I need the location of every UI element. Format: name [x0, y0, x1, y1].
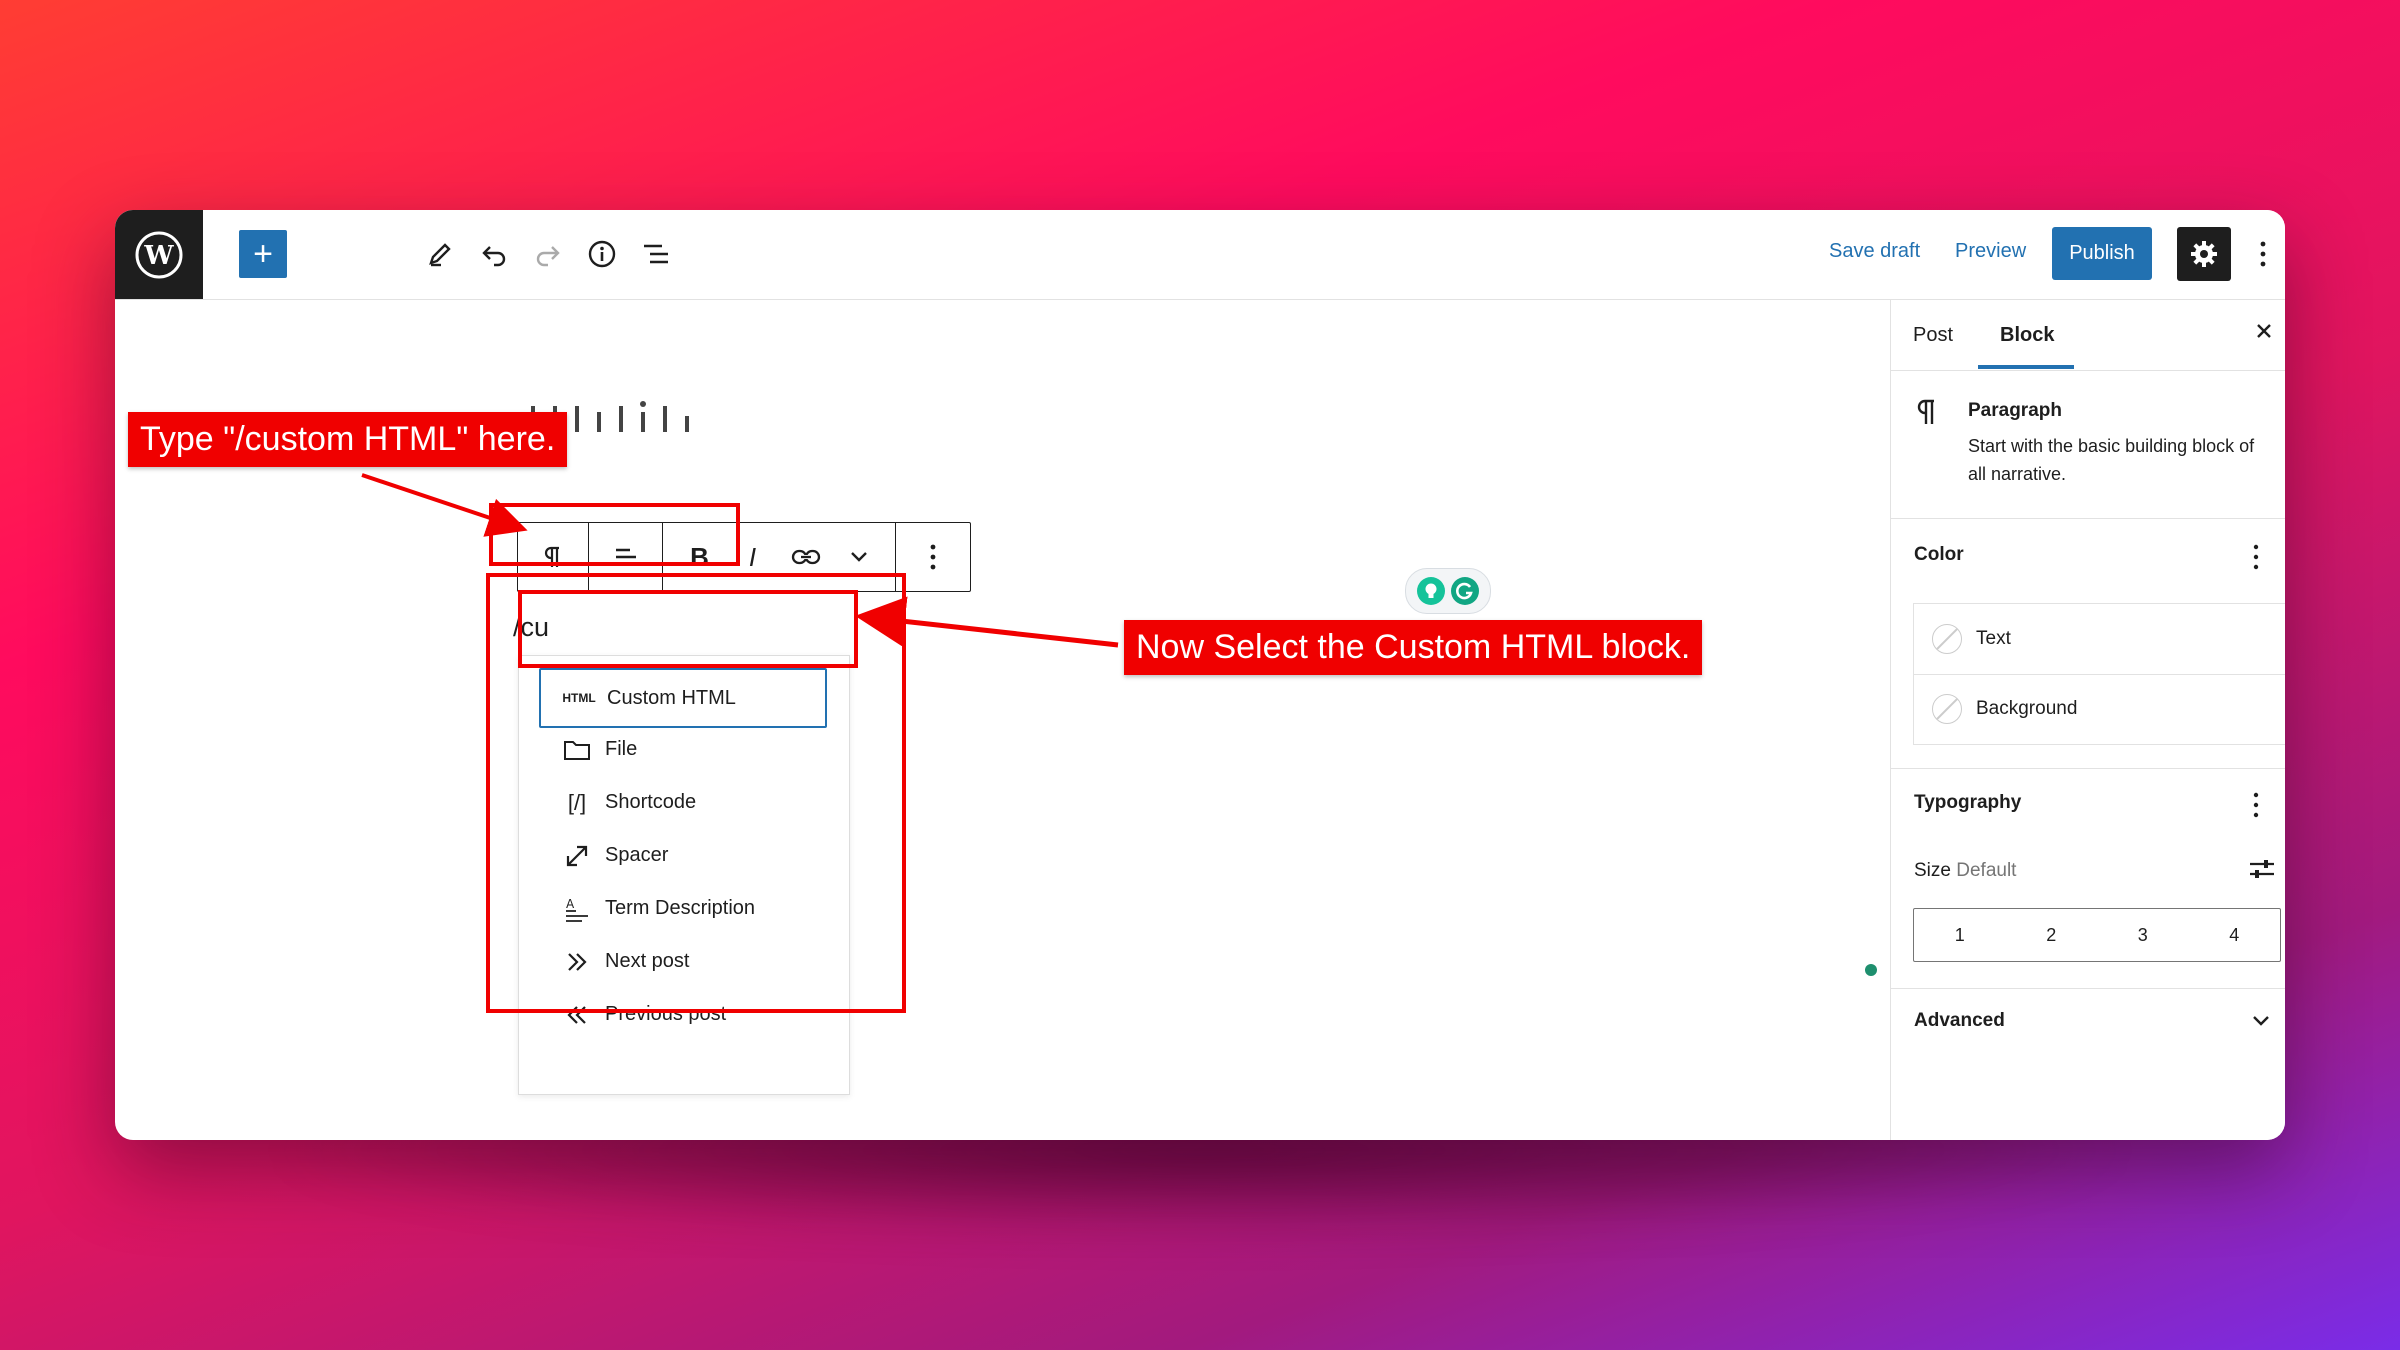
- annotation-callout-select: Now Select the Custom HTML block.: [1124, 620, 1703, 675]
- annotation-arrows: [361, 473, 1119, 648]
- annotation-callout-type: Type "/custom HTML" here.: [128, 412, 568, 467]
